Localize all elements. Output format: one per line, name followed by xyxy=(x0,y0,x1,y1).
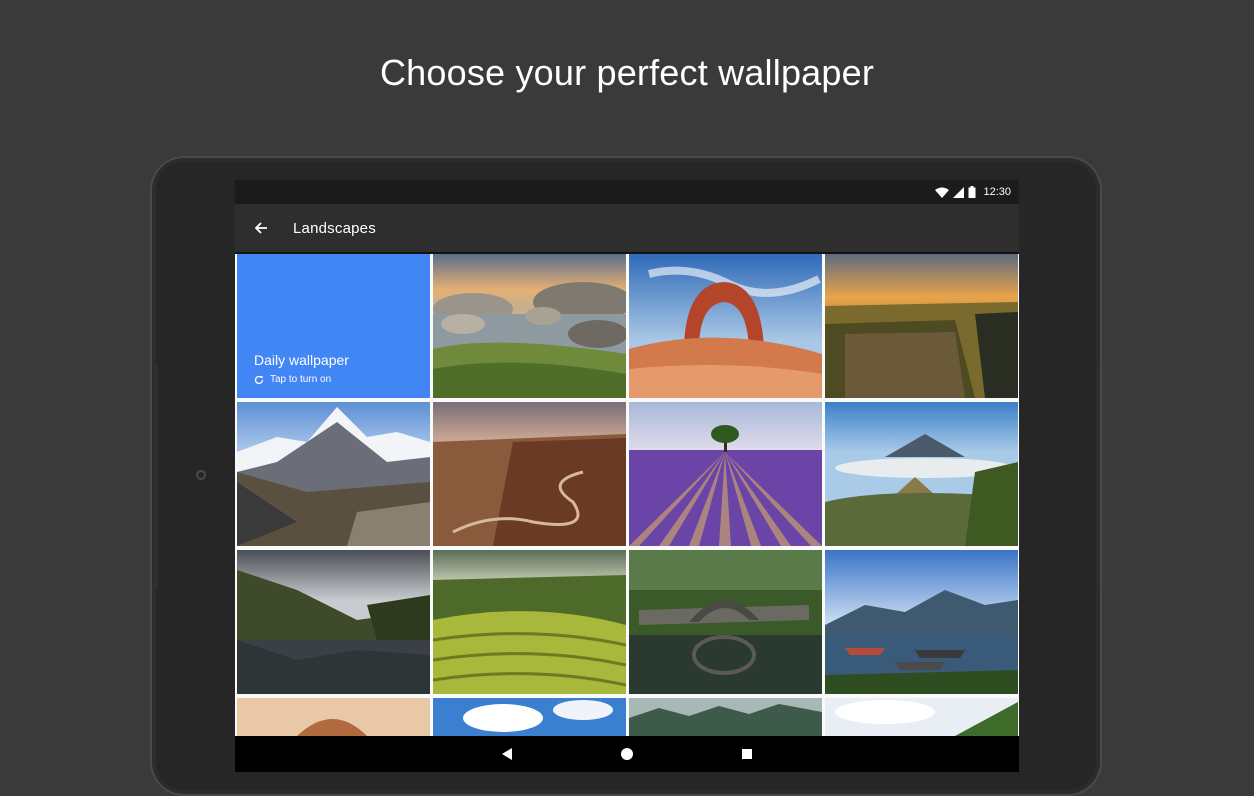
app-bar: Landscapes xyxy=(235,204,1019,252)
tablet-side-edge-left xyxy=(154,365,158,590)
wallpaper-tile-desert-mesa[interactable] xyxy=(237,698,430,736)
triangle-back-icon xyxy=(502,748,512,760)
wallpaper-tile-rocky-lake[interactable] xyxy=(433,254,626,398)
wallpaper-tile-desert-arch[interactable] xyxy=(629,254,822,398)
app-bar-title: Landscapes xyxy=(293,219,376,237)
status-time: 12:30 xyxy=(983,186,1011,198)
daily-wallpaper-subtitle-row: Tap to turn on xyxy=(254,374,331,385)
status-bar: 12:30 xyxy=(235,180,1019,204)
wallpaper-tile-rice-terraces[interactable] xyxy=(433,550,626,694)
wifi-icon xyxy=(935,187,950,198)
cell-signal-icon xyxy=(953,186,965,198)
arrow-left-icon xyxy=(254,222,267,234)
daily-wallpaper-subtitle: Tap to turn on xyxy=(270,374,332,385)
back-button[interactable] xyxy=(235,204,289,252)
wallpaper-tile-stone-bridge[interactable] xyxy=(629,550,822,694)
wallpaper-tile-canyon-sunset[interactable] xyxy=(825,254,1018,398)
navigation-bar xyxy=(235,736,1019,772)
nav-recents-button[interactable] xyxy=(735,742,759,766)
wallpaper-grid: Daily wallpaper Tap to turn on xyxy=(235,254,1019,736)
tablet-side-edge-right xyxy=(1096,365,1100,590)
circle-home-icon xyxy=(621,748,633,760)
wallpaper-tile-winding-road-canyon[interactable] xyxy=(433,402,626,546)
daily-wallpaper-tile[interactable]: Daily wallpaper Tap to turn on xyxy=(237,254,430,398)
wallpaper-tile-lavender-field-tree[interactable] xyxy=(629,402,822,546)
tablet-screen: 12:30 Landscapes Daily wallpaper Tap to … xyxy=(235,180,1019,772)
refresh-icon xyxy=(254,375,264,384)
daily-wallpaper-title: Daily wallpaper xyxy=(254,352,349,368)
promo-title: Choose your perfect wallpaper xyxy=(379,52,875,93)
wallpaper-tile-blue-sky-clouds[interactable] xyxy=(433,698,626,736)
square-recents-icon xyxy=(742,749,752,759)
wallpaper-tile-mountain-lake-reflection[interactable] xyxy=(237,550,430,694)
wallpaper-tile-misty-forest[interactable] xyxy=(629,698,822,736)
wallpaper-tile-boats-mountain-lake[interactable] xyxy=(825,550,1018,694)
battery-icon xyxy=(968,186,976,198)
camera-icon xyxy=(196,470,206,480)
nav-home-button[interactable] xyxy=(615,742,639,766)
wallpaper-tile-cloudy-green-hills[interactable] xyxy=(825,698,1018,736)
wallpaper-tile-volcano-valley[interactable] xyxy=(825,402,1018,546)
wallpaper-tile-snowy-peak[interactable] xyxy=(237,402,430,546)
nav-back-button[interactable] xyxy=(495,742,519,766)
